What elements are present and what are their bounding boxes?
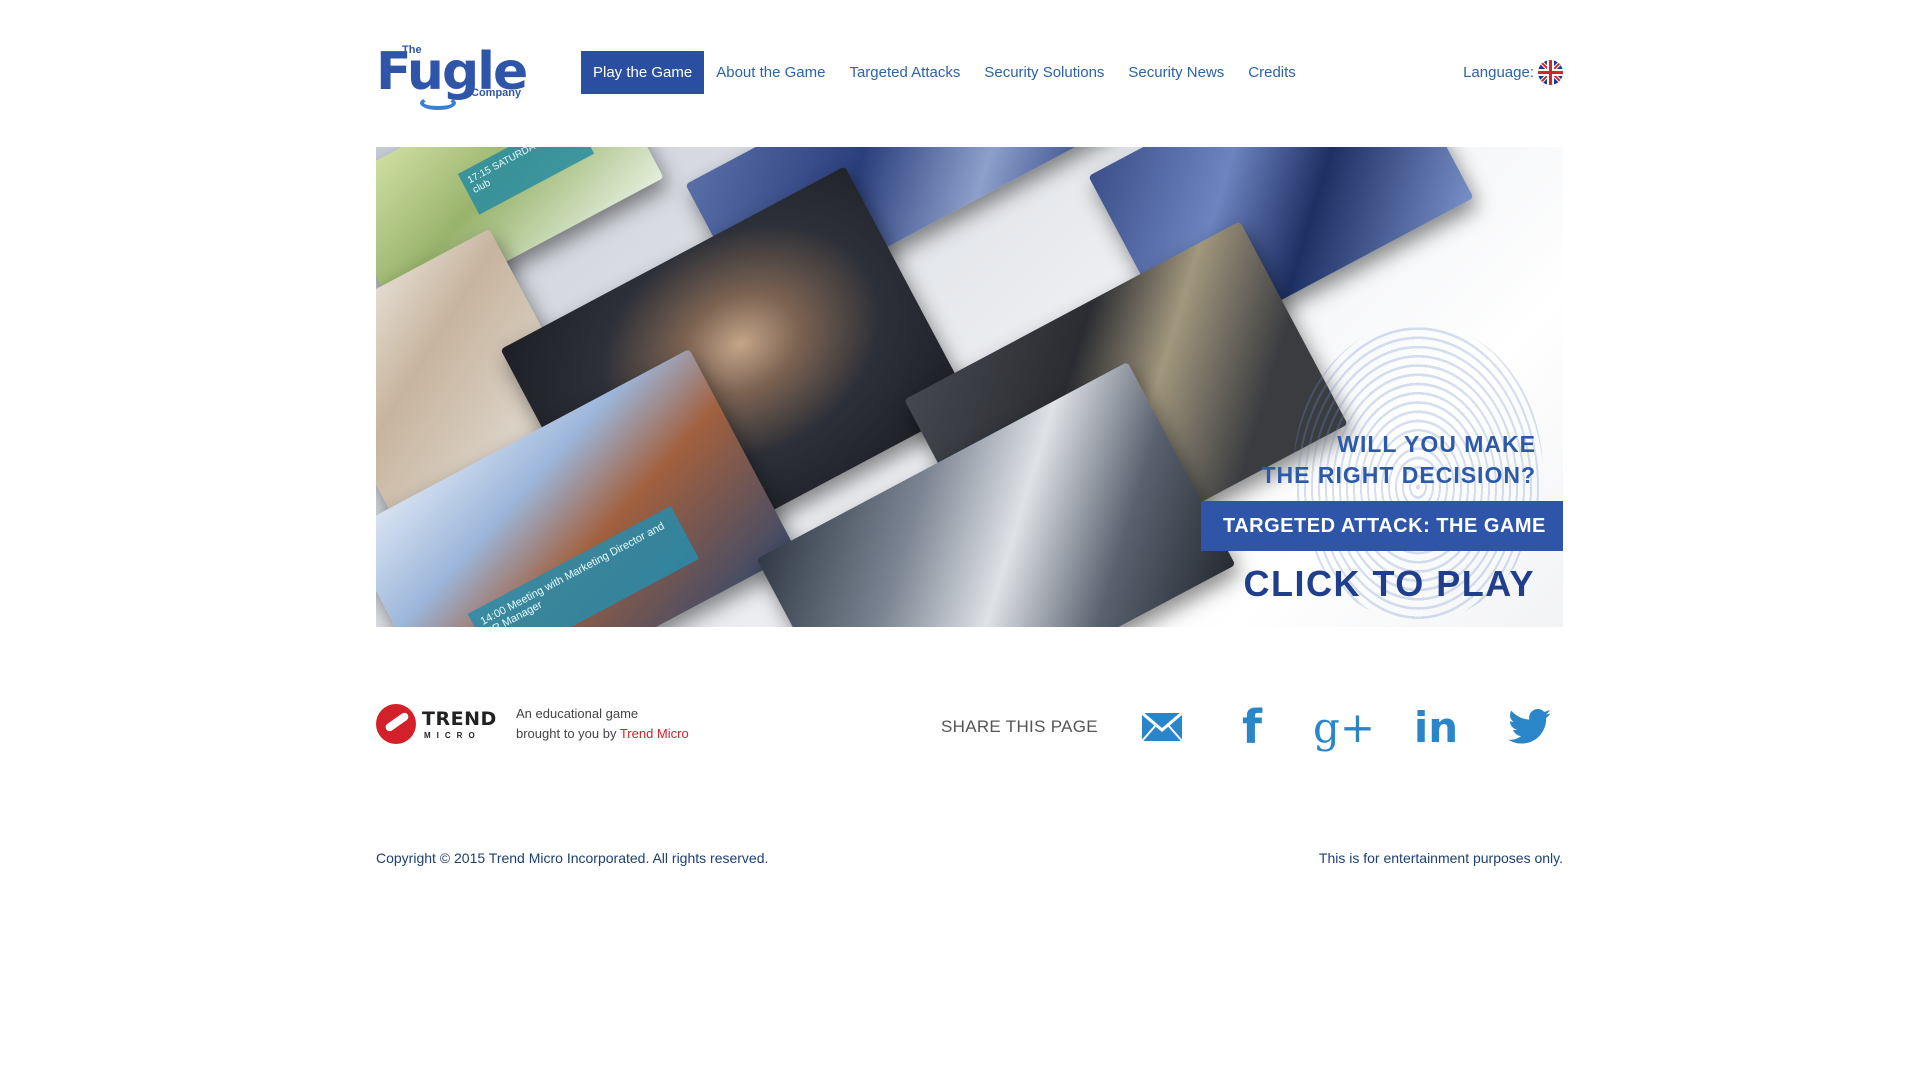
- banner-question: WILL YOU MAKE THE RIGHT DECISION?: [1261, 429, 1536, 491]
- page-container: The Fugle Company Play the Game About th…: [376, 0, 1563, 1080]
- edu-line-1: An educational game: [516, 706, 639, 721]
- share-facebook-button[interactable]: f: [1222, 700, 1282, 754]
- google-plus-icon: g+: [1312, 702, 1376, 752]
- twitter-bird-icon: [1508, 709, 1551, 744]
- edu-line-2-prefix: brought to you by: [516, 726, 620, 741]
- fugle-company-logo[interactable]: The Fugle Company: [376, 40, 536, 110]
- logo-swirl-icon: [420, 96, 456, 110]
- play-game-banner[interactable]: 17:15 SATURDAY Golf club 14:00 Meeting w…: [376, 147, 1563, 627]
- uk-flag-icon[interactable]: [1538, 60, 1563, 85]
- logo-company-text: Company: [471, 87, 522, 99]
- trend-micro-logo[interactable]: TREND MICRO: [376, 704, 496, 744]
- banner-game-title: TARGETED ATTACK: THE GAME: [1201, 501, 1563, 551]
- main-nav: Play the Game About the Game Targeted At…: [581, 51, 1308, 94]
- envelope-icon: [1141, 712, 1183, 742]
- share-this-page-label: SHARE THIS PAGE: [941, 717, 1098, 736]
- question-line-1: WILL YOU MAKE: [1337, 431, 1536, 457]
- trend-micro-word-micro: MICRO: [424, 731, 481, 740]
- share-linkedin-button[interactable]: in: [1406, 702, 1466, 752]
- trend-micro-link[interactable]: Trend Micro: [620, 726, 689, 741]
- golf-note: 17:15 SATURDAY Golf club: [457, 147, 595, 215]
- share-google-plus-button[interactable]: g+: [1312, 702, 1376, 752]
- click-to-play-button[interactable]: CLICK TO PLAY: [1243, 563, 1535, 605]
- question-line-2: THE RIGHT DECISION?: [1261, 462, 1536, 488]
- share-email-button[interactable]: [1132, 704, 1192, 750]
- language-selector[interactable]: Language:: [1463, 60, 1563, 85]
- nav-credits[interactable]: Credits: [1236, 51, 1308, 94]
- facebook-icon: f: [1241, 700, 1262, 754]
- nav-play-the-game[interactable]: Play the Game: [581, 51, 705, 94]
- meeting-note: 14:00 Meeting with Marketing Director an…: [467, 505, 699, 627]
- entertainment-disclaimer: This is for entertainment purposes only.: [1318, 850, 1563, 866]
- nav-about-the-game[interactable]: About the Game: [704, 51, 837, 94]
- trend-micro-word-trend: TREND: [422, 708, 497, 730]
- nav-security-news[interactable]: Security News: [1116, 51, 1236, 94]
- educational-note: An educational game brought to you by Tr…: [516, 704, 689, 744]
- language-label: Language:: [1463, 64, 1534, 81]
- linkedin-icon: in: [1413, 702, 1459, 752]
- nav-security-solutions[interactable]: Security Solutions: [972, 51, 1116, 94]
- nav-targeted-attacks[interactable]: Targeted Attacks: [837, 51, 972, 94]
- copyright-text: Copyright © 2015 Trend Micro Incorporate…: [376, 850, 769, 866]
- trend-micro-circle-icon: [376, 704, 416, 744]
- share-twitter-button[interactable]: [1500, 704, 1560, 750]
- edu-line-2: brought to you by Trend Micro: [516, 724, 689, 744]
